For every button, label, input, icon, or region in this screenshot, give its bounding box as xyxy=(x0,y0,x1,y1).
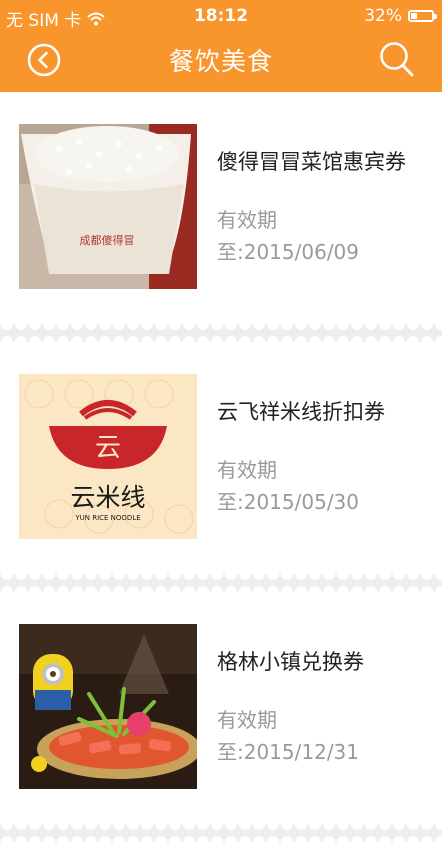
ticket-separator xyxy=(0,574,442,592)
battery-icon xyxy=(408,10,437,22)
food-platter-image xyxy=(19,624,197,789)
validity-label: 有效期 xyxy=(217,208,277,232)
search-button[interactable] xyxy=(378,40,416,80)
svg-text:云: 云 xyxy=(95,433,121,463)
coupon-name: 格林小镇兑换券 xyxy=(217,650,364,674)
coupon-list: 成都傻得冒 傻得冒冒菜馆惠宾券 有效期 至:2015/06/09 云 云米线 Y… xyxy=(0,92,442,842)
page-title: 餐饮美食 xyxy=(168,47,273,76)
battery-group: 32% xyxy=(364,6,437,26)
coupon-name: 云飞祥米线折扣券 xyxy=(217,400,385,424)
rice-bowl-image: 成都傻得冒 xyxy=(19,124,197,289)
status-bar: 无 SIM 卡 18:12 32% xyxy=(0,0,442,32)
battery-percent: 32% xyxy=(364,6,402,26)
validity-date: 至:2015/12/31 xyxy=(217,740,360,764)
coupon-item[interactable]: 云 云米线 YUN RICE NOODLE 云飞祥米线折扣券 有效期 至:201… xyxy=(0,342,442,574)
validity-date: 至:2015/05/30 xyxy=(217,490,360,514)
validity-date: 至:2015/06/09 xyxy=(217,240,360,264)
validity-label: 有效期 xyxy=(217,458,277,482)
coupon-item[interactable]: 格林小镇兑换券 有效期 至:2015/12/31 xyxy=(0,592,442,824)
noodle-logo-image: 云 云米线 YUN RICE NOODLE xyxy=(19,374,197,539)
svg-text:云米线: 云米线 xyxy=(70,483,145,512)
coupon-name: 傻得冒冒菜馆惠宾券 xyxy=(217,150,406,174)
svg-text:YUN RICE NOODLE: YUN RICE NOODLE xyxy=(74,514,140,522)
validity-label: 有效期 xyxy=(217,708,277,732)
svg-text:成都傻得冒: 成都傻得冒 xyxy=(80,234,135,247)
ticket-separator xyxy=(0,824,442,842)
header-bar: 无 SIM 卡 18:12 32% 餐饮美食 xyxy=(0,0,442,92)
ticket-separator xyxy=(0,324,442,342)
nav-bar: 餐饮美食 xyxy=(0,32,442,92)
coupon-item[interactable]: 成都傻得冒 傻得冒冒菜馆惠宾券 有效期 至:2015/06/09 xyxy=(0,92,442,324)
